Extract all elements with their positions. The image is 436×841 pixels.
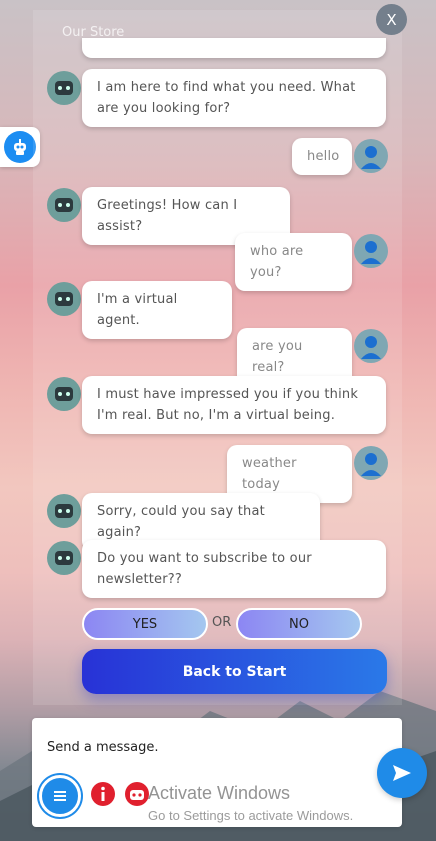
bot-message: I'm a virtual agent.: [82, 281, 232, 339]
no-button[interactable]: NO: [236, 608, 362, 640]
bot-message: I must have impressed you if you think I…: [82, 376, 386, 434]
menu-icon[interactable]: [39, 775, 81, 817]
back-to-start-button[interactable]: Back to Start: [82, 649, 387, 694]
info-icon[interactable]: [90, 781, 116, 807]
bot-avatar: [47, 282, 81, 316]
bot-avatar: [47, 188, 81, 222]
bot-message: I am here to find what you need. What ar…: [82, 69, 386, 127]
user-message: who are you?: [235, 233, 352, 291]
user-avatar: [354, 234, 388, 268]
bot-avatar: [47, 377, 81, 411]
close-button[interactable]: X: [376, 4, 407, 35]
user-message: hello: [292, 138, 352, 175]
message-bubble-cutoff: [82, 38, 386, 58]
bot-avatar: [47, 71, 81, 105]
activate-windows-watermark: Activate Windows: [148, 783, 291, 803]
user-avatar: [354, 446, 388, 480]
user-avatar: [354, 139, 388, 173]
bot-icon[interactable]: [124, 781, 150, 807]
activate-windows-subtext: Go to Settings to activate Windows.: [148, 808, 354, 823]
bot-avatar: [47, 494, 81, 528]
or-label: OR: [212, 615, 232, 630]
message-input[interactable]: Send a message.: [47, 740, 159, 755]
send-icon[interactable]: [377, 748, 427, 798]
user-avatar: [354, 329, 388, 363]
yes-button[interactable]: YES: [82, 608, 208, 640]
bot-avatar: [47, 541, 81, 575]
robot-icon: [4, 131, 36, 163]
bot-message: Do you want to subscribe to our newslett…: [82, 540, 386, 598]
